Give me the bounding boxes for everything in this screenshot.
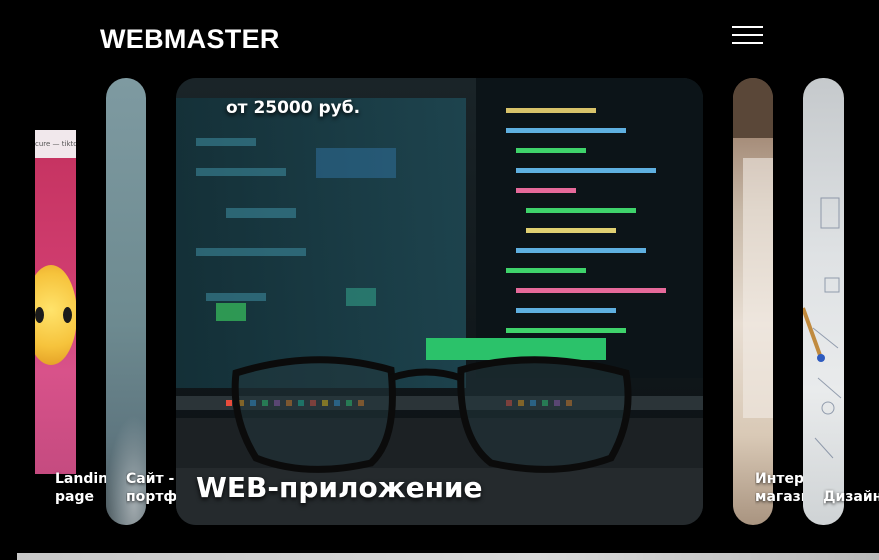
service-card-portfolio[interactable]	[106, 78, 146, 525]
design-caption-line1: Дизайн	[823, 489, 879, 505]
landing-caption-line1: Landin	[55, 471, 109, 487]
card-title: WEB-приложение	[196, 471, 483, 504]
portfolio-caption-line1: Сайт -	[126, 471, 175, 487]
service-card-landing[interactable]: cure — tikto	[35, 130, 76, 474]
service-card-online-shop[interactable]	[733, 78, 773, 525]
shop-card-image	[733, 78, 773, 418]
browser-bar-text: cure — tikto	[35, 140, 76, 148]
shop-caption[interactable]: Интер магази	[755, 470, 773, 510]
portfolio-caption-line2: портфо	[126, 489, 176, 505]
portfolio-caption[interactable]: Сайт - портфо	[126, 470, 176, 510]
design-sketch-image	[803, 197, 842, 459]
hamburger-menu-icon[interactable]	[732, 25, 764, 47]
browser-bar: cure — tikto	[35, 130, 76, 158]
landing-caption-line2: page	[55, 489, 94, 505]
site-logo[interactable]: WEBMASTER	[100, 24, 280, 55]
shop-caption-line2: магази	[755, 489, 773, 505]
shop-caption-line1: Интер	[755, 471, 773, 487]
smiley-icon	[35, 265, 76, 365]
design-caption[interactable]: Дизайн	[823, 488, 879, 508]
code-monitor-glasses-image	[176, 78, 703, 525]
service-card-web-app[interactable]: от 25000 руб. WEB-приложение	[176, 78, 703, 525]
price-label: от 25000 руб.	[226, 98, 361, 118]
shop-caption-line1-overflow: Интер	[773, 471, 805, 487]
service-card-design[interactable]	[803, 78, 844, 525]
next-section-edge	[17, 553, 879, 560]
